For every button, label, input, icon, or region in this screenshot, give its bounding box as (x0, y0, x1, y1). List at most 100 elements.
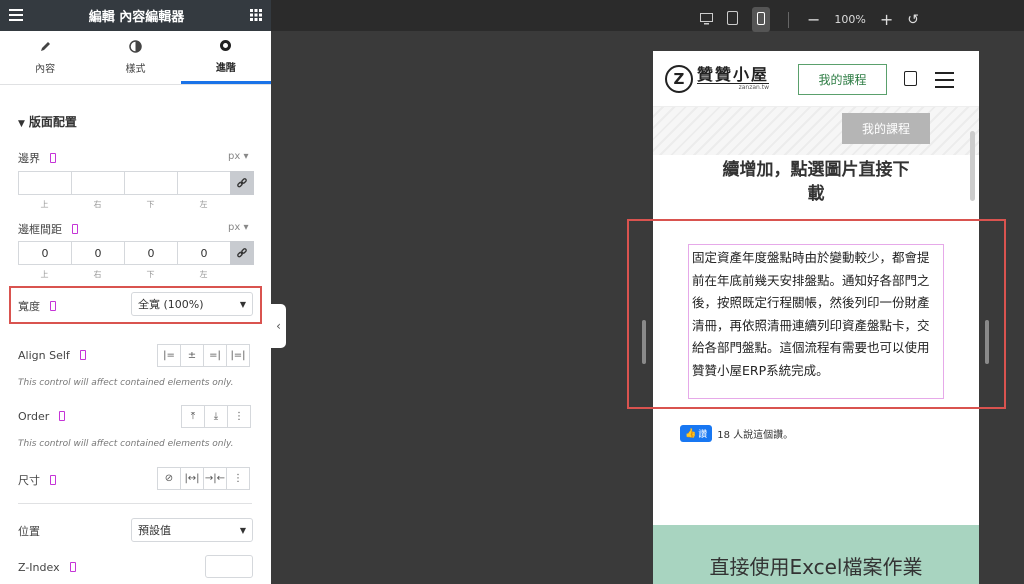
like-button[interactable]: 👍 讚 (680, 425, 713, 442)
more-options-icon[interactable]: ⋮ (227, 405, 251, 428)
responsive-device-icon[interactable] (79, 350, 86, 360)
padding-left-input[interactable]: 0 (177, 241, 230, 265)
caret-down-icon: ▼ (18, 119, 25, 129)
reset-zoom-icon[interactable]: ↺ (907, 12, 919, 28)
sticky-header-shadow (653, 107, 979, 155)
facebook-like: 👍 讚 18 人說這個讚。 (680, 425, 793, 442)
thumbs-up-icon: 👍 (685, 428, 697, 439)
zindex-input[interactable] (205, 555, 253, 578)
side-label: 右 (93, 270, 102, 279)
width-select[interactable]: 全寬 (100%) ▼ (131, 292, 253, 316)
margin-bottom-input[interactable] (124, 171, 177, 195)
shrink-icon[interactable]: →|← (203, 467, 227, 490)
tab-style[interactable]: 樣式 (90, 31, 180, 84)
position-select[interactable]: 預設值 ▼ (131, 518, 253, 542)
mobile-icon[interactable] (752, 7, 770, 32)
padding-bottom-input[interactable]: 0 (124, 241, 177, 265)
logo-text: 贊贊小屋 zanzan.tw (697, 65, 770, 92)
responsive-device-icon[interactable] (59, 411, 66, 421)
section-layout-title[interactable]: ▼ 版面配置 (18, 113, 77, 130)
heading-line: 續增加，點選圖片直接下 (722, 160, 910, 180)
panel-title: 編輯 內容編輯器 (88, 10, 185, 25)
link-values-icon[interactable] (230, 241, 254, 265)
paragraph-highlight-box (627, 219, 1006, 409)
device-switcher: − 100% + ↺ (700, 7, 919, 32)
zindex-label: Z-Index (18, 561, 76, 574)
responsive-device-icon[interactable] (50, 153, 56, 163)
tab-content[interactable]: 內容 (0, 31, 90, 84)
divider (18, 503, 252, 504)
tab-label: 進階 (215, 62, 236, 74)
panel-tabs: 內容 樣式 進階 (0, 31, 271, 85)
cta-heading: 直接使用Excel檔案作業 (709, 555, 923, 579)
responsive-device-icon[interactable] (50, 475, 56, 485)
site-header: Z 贊贊小屋 zanzan.tw 我的課程 (653, 51, 979, 107)
margin-top-input[interactable] (18, 171, 71, 195)
padding-top-input[interactable]: 0 (18, 241, 71, 265)
side-label: 下 (146, 270, 155, 279)
more-options-icon[interactable]: ⋮ (226, 467, 250, 490)
align-stretch-icon[interactable]: |=| (226, 344, 250, 367)
panel-header: 編輯 內容編輯器 (0, 0, 271, 31)
desktop-icon[interactable] (700, 10, 713, 29)
tablet-icon[interactable] (727, 10, 738, 29)
width-label: 寬度 (18, 298, 56, 314)
padding-right-input[interactable]: 0 (71, 241, 124, 265)
hamburger-menu-icon[interactable] (935, 72, 954, 93)
cart-bag-icon[interactable] (904, 71, 917, 86)
preview-scrollbar[interactable] (970, 131, 975, 201)
my-course-button[interactable]: 我的課程 (798, 64, 887, 95)
editor-panel: 編輯 內容編輯器 內容 樣式 進階 ▼ 版面配置 邊界 px ▾ 上 右 下 左… (0, 0, 271, 584)
order-label: Order (18, 410, 66, 423)
size-label: 尺寸 (18, 472, 56, 488)
tab-advanced[interactable]: 進階 (180, 31, 271, 84)
grow-icon[interactable]: |↔| (180, 467, 204, 490)
site-logo[interactable]: Z 贊贊小屋 zanzan.tw (665, 65, 770, 93)
hamburger-menu-icon[interactable] (9, 6, 23, 25)
side-label: 右 (93, 200, 102, 209)
zoom-out-icon[interactable]: − (807, 10, 820, 29)
responsive-device-icon[interactable] (72, 224, 78, 234)
grid-apps-icon[interactable] (250, 6, 262, 25)
padding-inputs: 0 0 0 0 (18, 241, 254, 265)
logo-title: 贊贊小屋 (697, 65, 770, 84)
align-self-label: Align Self (18, 349, 86, 362)
dropdown-arrow-icon: ▼ (239, 299, 246, 309)
side-label: 上 (40, 270, 49, 279)
responsive-device-icon[interactable] (69, 562, 76, 572)
responsive-device-icon[interactable] (50, 301, 56, 311)
margin-inputs (18, 171, 254, 195)
margin-left-input[interactable] (177, 171, 230, 195)
half-circle-icon (129, 40, 142, 56)
padding-label: 邊框間距 (18, 221, 78, 237)
padding-unit-select[interactable]: px ▾ (228, 222, 248, 233)
size-buttons: ⊘ |↔| →|← ⋮ (157, 467, 250, 490)
zoom-value: 100% (834, 13, 866, 26)
like-count-text: 18 人說這個讚。 (717, 430, 794, 441)
align-end-icon[interactable]: =| (203, 344, 227, 367)
logo-mark: Z (665, 65, 693, 93)
zoom-in-icon[interactable]: + (880, 10, 893, 29)
order-first-icon[interactable]: ⤒ (181, 405, 205, 428)
collapse-panel-button[interactable]: ‹ (271, 304, 286, 348)
align-start-icon[interactable]: |= (157, 344, 181, 367)
margin-side-labels: 上 右 下 左 (18, 199, 230, 210)
tab-label: 樣式 (125, 64, 146, 75)
align-center-icon[interactable]: ± (180, 344, 204, 367)
position-label: 位置 (18, 525, 40, 538)
side-label: 左 (199, 270, 208, 279)
side-label: 上 (40, 200, 49, 209)
pencil-icon (39, 40, 52, 56)
none-icon[interactable]: ⊘ (157, 467, 181, 490)
gear-icon (219, 39, 232, 55)
heading-line: 載 (807, 184, 825, 204)
my-course-button-faded[interactable]: 我的課程 (842, 113, 930, 144)
order-last-icon[interactable]: ⤓ (204, 405, 228, 428)
link-values-icon[interactable] (230, 171, 254, 195)
section-heading: 續增加，點選圖片直接下 載 (653, 158, 979, 206)
side-label: 左 (199, 200, 208, 209)
margin-right-input[interactable] (71, 171, 124, 195)
align-self-buttons: |= ± =| |=| (157, 344, 250, 367)
tab-label: 內容 (35, 64, 56, 75)
margin-unit-select[interactable]: px ▾ (228, 151, 248, 162)
